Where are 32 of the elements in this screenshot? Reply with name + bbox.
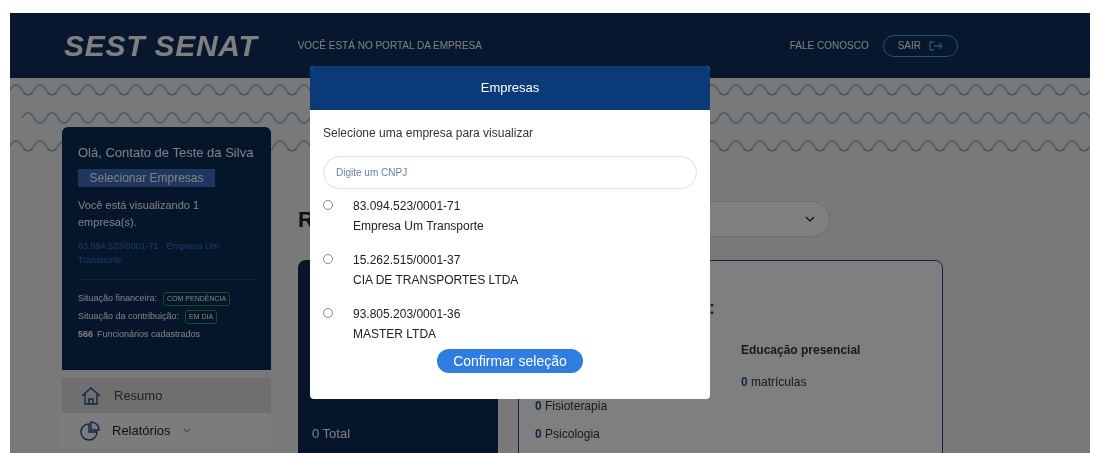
dialog-prompt: Selecione uma empresa para visualizar xyxy=(323,125,535,142)
service-count: 0 Psicologia xyxy=(535,426,601,443)
viewing-text: Você está visualizando 1 empresa(s). xyxy=(78,197,201,230)
employee-count: 566 xyxy=(78,327,94,341)
home-icon xyxy=(80,385,102,406)
company-cnpj: 83.094.523/0001-71 xyxy=(353,199,462,213)
total-text: 0 Total xyxy=(312,425,351,443)
confirm-button[interactable]: Confirmar seleção xyxy=(437,349,583,373)
select-companies-button[interactable]: Selecionar Empresas xyxy=(78,168,215,187)
status-label: Situação da contribuição: xyxy=(78,309,180,323)
company-name: MASTER LTDA xyxy=(353,327,438,341)
contact-link[interactable]: FALE CONOSCO xyxy=(789,38,869,53)
cnpj-search-field[interactable]: Digite um CNPJ xyxy=(323,156,697,189)
card-heading: : xyxy=(709,297,715,320)
portal-tagline: VOCÊ ESTÁ NO PORTAL DA EMPRESA xyxy=(297,38,482,53)
company-name: Empresa Um Transporte xyxy=(353,219,484,233)
enrollment-count: 0 matrículas xyxy=(741,374,808,391)
status-label: Situação financeira: xyxy=(78,291,158,305)
company-cnpj: 15.262.515/0001-37 xyxy=(353,253,462,267)
logout-icon xyxy=(929,40,943,51)
employee-label: Funcionários cadastrados xyxy=(97,327,201,341)
education-title: Educação presencial xyxy=(741,342,861,359)
service-count: 0 Fisioterapia xyxy=(535,398,608,415)
chevron-down-icon xyxy=(804,215,815,223)
dialog-title: Empresas xyxy=(480,79,540,98)
chevron-down-icon xyxy=(182,427,191,434)
logo: SEST SENAT xyxy=(64,28,258,64)
menu-item[interactable]: Resumo xyxy=(62,378,271,413)
company-name: CIA DE TRANSPORTES LTDA xyxy=(353,273,519,287)
pie-chart-icon xyxy=(80,420,100,441)
greeting: Olá, Contato de Teste da Silva xyxy=(78,144,255,162)
company-cnpj: 93.805.203/0001-36 xyxy=(353,307,461,321)
